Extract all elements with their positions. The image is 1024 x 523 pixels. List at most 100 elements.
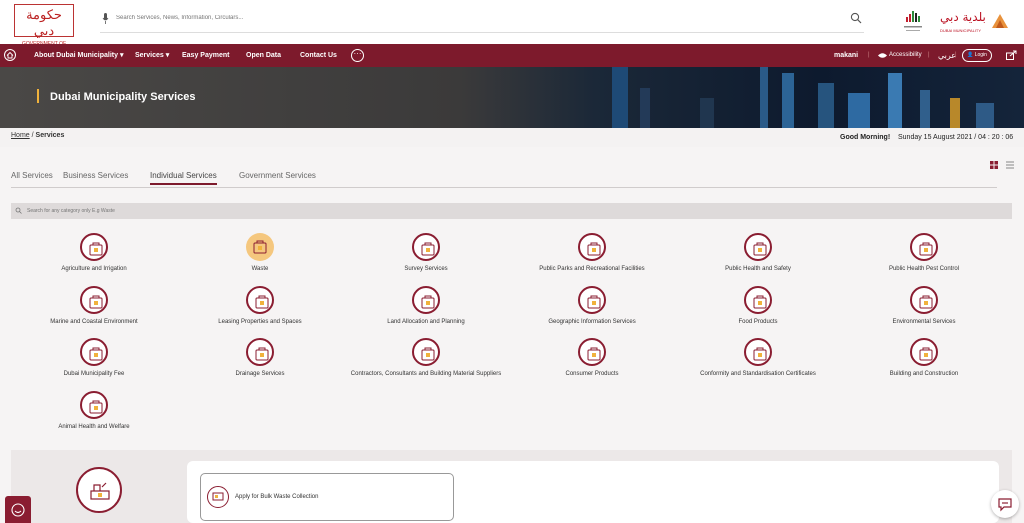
makani-logo[interactable]: makani [834, 44, 858, 67]
tab-all-services[interactable]: All Services [11, 171, 53, 180]
list-view-icon[interactable] [1006, 161, 1015, 169]
animal-health-and-welfare-icon [80, 391, 108, 419]
nav-about[interactable]: About Dubai Municipality ▾ [34, 44, 123, 67]
category-leasing-properties-and-spaces[interactable]: Leasing Properties and Spaces [180, 286, 340, 325]
filter-search-icon [15, 207, 22, 214]
dm-logo-arabic: بلدية دبي [940, 10, 986, 24]
dm-logo-english: DUBAI MUNICIPALITY [940, 28, 982, 33]
category-search-input[interactable] [25, 207, 429, 215]
gov-logo-arabic: حكومة دبي [26, 8, 62, 39]
government-of-dubai-logo[interactable]: حكومة دبي GOVERNMENT OF DUBAI [14, 4, 74, 55]
home-icon[interactable] [4, 49, 16, 61]
category-building-and-construction[interactable]: Building and Construction [844, 338, 1004, 377]
category-label: Leasing Properties and Spaces [218, 319, 302, 325]
share-icon[interactable] [1006, 50, 1017, 60]
category-label: Survey Services [404, 266, 448, 272]
category-waste[interactable]: Waste [180, 233, 340, 272]
skyline-building [760, 67, 768, 128]
accessibility-link[interactable]: Accessibility [889, 44, 922, 67]
search-input[interactable] [114, 14, 718, 22]
skyline-building [848, 93, 870, 128]
category-label: Environmental Services [892, 319, 956, 325]
nav-services[interactable]: Services ▾ [135, 44, 169, 67]
geographic-information-services-icon [578, 286, 606, 314]
dubai-municipality-logo[interactable]: بلدية دبي DUBAI MUNICIPALITY [936, 8, 1012, 36]
title-accent-bar [37, 89, 39, 103]
category-geographic-information-services[interactable]: Geographic Information Services [512, 286, 672, 325]
nav-contact-us[interactable]: Contact Us [300, 44, 337, 67]
bulk-waste-icon [207, 486, 229, 508]
marine-and-coastal-environment-icon [80, 286, 108, 314]
skyline-building [782, 73, 794, 128]
land-allocation-and-planning-icon [412, 286, 440, 314]
breadcrumb-current: Services [35, 132, 65, 139]
consumer-products-icon [578, 338, 606, 366]
breadcrumb: Home / Services [11, 132, 65, 139]
language-toggle[interactable]: عربي [938, 44, 956, 67]
category-drainage-services[interactable]: Drainage Services [180, 338, 340, 377]
tab-government-services[interactable]: Government Services [239, 171, 316, 180]
category-label: Marine and Coastal Environment [50, 319, 138, 325]
chat-support-button[interactable] [991, 490, 1019, 518]
building-and-construction-icon [910, 338, 938, 366]
skyline-building [976, 103, 994, 128]
category-label: Dubai Municipality Fee [63, 371, 125, 377]
category-public-health-and-safety[interactable]: Public Health and Safety [678, 233, 838, 272]
waste-icon [246, 233, 274, 261]
public-health-and-safety-icon [744, 233, 772, 261]
skyline-building [920, 90, 930, 128]
accessibility-icon[interactable] [878, 52, 887, 59]
category-survey-services[interactable]: Survey Services [346, 233, 506, 272]
tab-business-services[interactable]: Business Services [63, 171, 128, 180]
nav-easy-payment[interactable]: Easy Payment [182, 44, 229, 67]
category-marine-and-coastal-environment[interactable]: Marine and Coastal Environment [14, 286, 174, 325]
category-public-health-pest-control[interactable]: Public Health Pest Control [844, 233, 1004, 272]
skyline-building [950, 98, 960, 128]
category-food-products[interactable]: Food Products [678, 286, 838, 325]
greeting: Good Morning! [840, 134, 891, 141]
contractors-consultants-and-building-material-suppliers-icon [412, 338, 440, 366]
site-search [100, 10, 864, 33]
environmental-services-icon [910, 286, 938, 314]
category-contractors-consultants-and-building-material-suppliers[interactable]: Contractors, Consultants and Building Ma… [346, 338, 506, 377]
category-label: Geographic Information Services [548, 319, 636, 325]
public-health-pest-control-icon [910, 233, 938, 261]
category-label: Food Products [738, 319, 778, 325]
tab-individual-services[interactable]: Individual Services [150, 171, 217, 185]
category-label: Agriculture and Irrigation [61, 266, 127, 272]
skyline-building [818, 83, 834, 128]
agriculture-and-irrigation-icon [80, 233, 108, 261]
category-label: Conformity and Standardisation Certifica… [700, 371, 816, 377]
date-time: Sunday 15 August 2021 / 04 : 20 : 06 [898, 134, 1014, 141]
more-menu-button[interactable]: ··· [351, 49, 364, 62]
breadcrumb-home[interactable]: Home [11, 132, 30, 139]
hero-banner: Dubai Municipality Services [0, 67, 1024, 128]
category-public-parks-and-recreational-facilities[interactable]: Public Parks and Recreational Facilities [512, 233, 672, 272]
category-label: Building and Construction [889, 371, 959, 377]
food-products-icon [744, 286, 772, 314]
service-card-bulk-waste[interactable]: Apply for Bulk Waste Collection [200, 473, 454, 521]
survey-services-icon [412, 233, 440, 261]
category-label: Waste [251, 266, 269, 272]
chat-bubble-icon [998, 498, 1012, 512]
search-icon[interactable] [850, 12, 862, 24]
dm-emblem-icon [992, 14, 1008, 28]
category-label: Public Parks and Recreational Facilities [539, 266, 645, 272]
service-type-tabs: All Services Business Services Individua… [11, 171, 997, 188]
login-button[interactable]: 👤 Login [962, 49, 992, 62]
public-parks-and-recreational-facilities-icon [578, 233, 606, 261]
category-agriculture-and-irrigation[interactable]: Agriculture and Irrigation [14, 233, 174, 272]
skyline-building [640, 88, 650, 128]
category-consumer-products[interactable]: Consumer Products [512, 338, 672, 377]
category-environmental-services[interactable]: Environmental Services [844, 286, 1004, 325]
category-animal-health-and-welfare[interactable]: Animal Health and Welfare [14, 391, 174, 430]
microphone-icon[interactable] [102, 13, 109, 24]
category-label: Drainage Services [235, 371, 285, 377]
category-land-allocation-and-planning[interactable]: Land Allocation and Planning [346, 286, 506, 325]
nav-open-data[interactable]: Open Data [246, 44, 281, 67]
category-dubai-municipality-fee[interactable]: Dubai Municipality Fee [14, 338, 174, 377]
top-bar: حكومة دبي GOVERNMENT OF DUBAI بلدية دبي … [0, 0, 1024, 55]
category-conformity-and-standardisation-certificates[interactable]: Conformity and Standardisation Certifica… [678, 338, 838, 377]
grid-view-icon[interactable] [990, 161, 999, 169]
chatbot-button[interactable] [5, 496, 31, 523]
